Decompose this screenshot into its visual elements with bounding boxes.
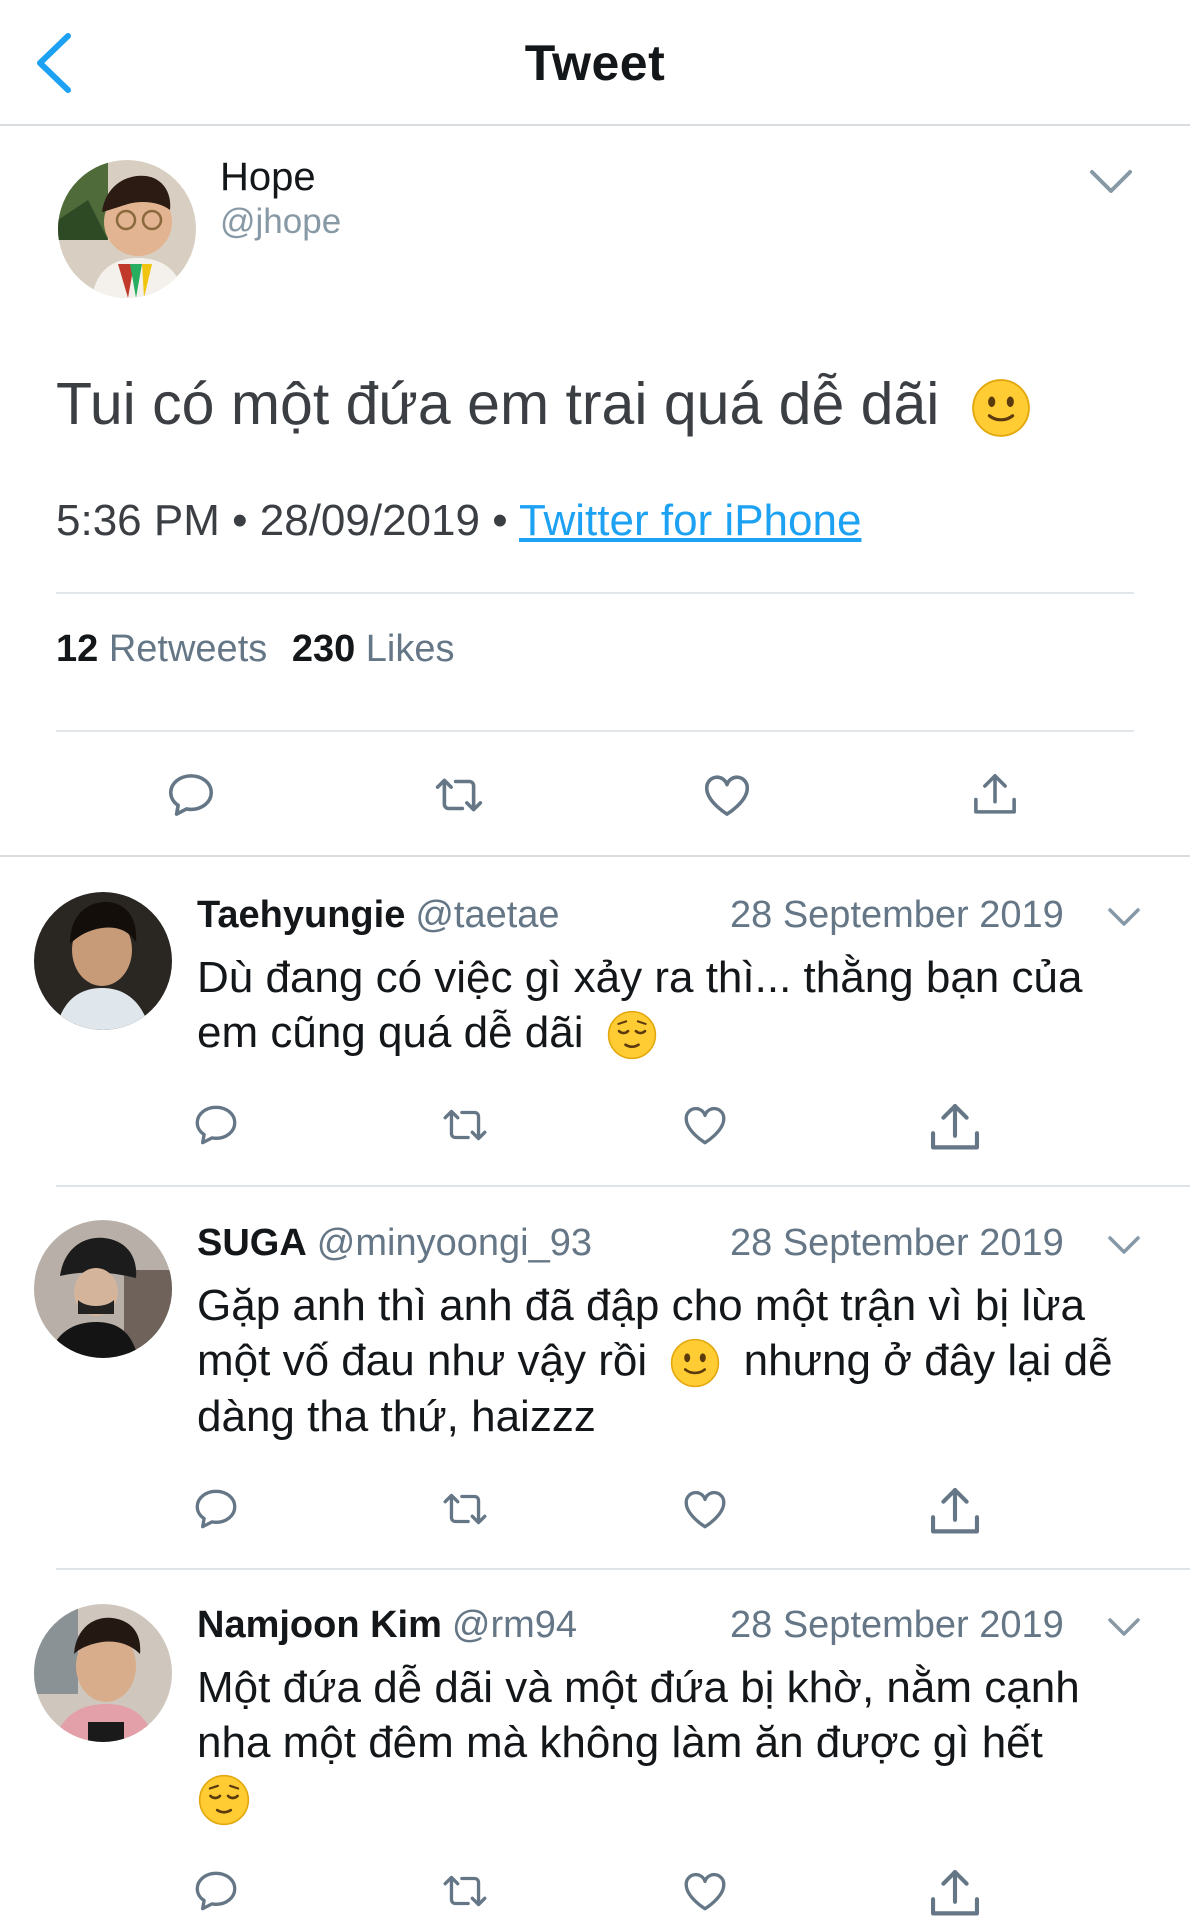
retweets-stat[interactable]: 12 Retweets [56,628,267,670]
share-icon[interactable] [924,1097,986,1159]
meta-separator: • [492,496,508,545]
reply-line: em cũng quá dễ dãi [197,1008,584,1057]
reply-line: Dù đang có việc gì xảy ra thì... thằng b… [197,953,1083,1002]
nav-bar: Tweet [0,0,1190,126]
reply-line-with-emoji: em cũng quá dễ dãi [197,1005,1157,1061]
reply-icon[interactable] [191,1100,241,1150]
reply-line: Gặp anh thì anh đã đập cho một trận vì b… [197,1281,1086,1330]
retweets-label: Retweets [108,628,268,670]
retweets-count: 12 [56,628,99,670]
chevron-down-icon[interactable] [1086,164,1136,200]
reply-date: 28 September 2019 [730,894,1064,936]
likes-stat[interactable]: 230 Likes [292,628,455,670]
avatar[interactable] [34,1604,172,1742]
reply-date: 28 September 2019 [730,1222,1064,1264]
reply-date: 28 September 2019 [730,1604,1064,1646]
avatar[interactable] [58,160,196,298]
heart-icon[interactable] [680,1484,730,1534]
meta-separator: • [232,496,248,545]
reply-header: SUGA @minyoongi_93 [197,1222,592,1265]
tweet-body: Tui có một đứa em trai quá dễ dãi [56,371,940,437]
reply-line: nhưng ở đây lại dễ [743,1336,1113,1385]
retweet-icon[interactable] [432,768,486,822]
tweet-stats: 12 Retweets 230 Likes [56,628,455,671]
reply-text: Một đứa dễ dãi và một đứa bị khờ, nằm cạ… [197,1660,1157,1827]
reply-line: dàng tha thứ, haizzz [197,1392,596,1442]
page-title: Tweet [524,35,666,91]
reply-icon[interactable] [191,1866,241,1916]
reply-header: Taehyungie @taetae [197,894,560,937]
divider [56,730,1134,732]
reply-emoji-line [197,1770,1157,1827]
likes-label: Likes [365,628,455,670]
chevron-down-icon[interactable] [1106,904,1142,930]
retweet-icon[interactable] [440,1100,490,1150]
reply-author-name[interactable]: SUGA [197,1222,307,1264]
heart-icon[interactable] [680,1100,730,1150]
author-name[interactable]: Hope [220,155,316,200]
reply-text: Gặp anh thì anh đã đập cho một trận vì b… [197,1278,1157,1444]
reply-text: Dù đang có việc gì xảy ra thì... thằng b… [197,950,1157,1061]
slightly-smiling-face-icon [669,1337,721,1389]
reply-author-name[interactable]: Taehyungie [197,894,405,936]
divider [56,1568,1190,1570]
chevron-down-icon[interactable] [1106,1614,1142,1640]
author-handle[interactable]: @jhope [220,202,341,242]
retweet-icon[interactable] [440,1484,490,1534]
section-divider [0,855,1190,857]
share-icon[interactable] [924,1481,986,1543]
avatar[interactable] [34,892,172,1030]
share-icon[interactable] [968,768,1022,822]
tweet-meta: 5:36 PM • 28/09/2019 • Twitter for iPhon… [56,496,861,546]
retweet-icon[interactable] [440,1866,490,1916]
tweet-time: 5:36 PM [56,496,220,545]
relieved-face-icon [606,1009,658,1061]
tweet-date: 28/09/2019 [259,496,480,545]
reply-line-with-emoji: một vố đau như vậy rồi nhưng ở đây lại d… [197,1333,1157,1389]
heart-icon[interactable] [700,768,754,822]
reply-line: Một đứa dễ dãi và một đứa bị khờ, nằm cạ… [197,1663,1080,1712]
slightly-smiling-face-icon [970,377,1032,439]
relieved-face-icon [197,1773,251,1827]
avatar[interactable] [34,1220,172,1358]
reply-icon[interactable] [164,768,218,822]
divider [56,592,1134,594]
heart-icon[interactable] [680,1866,730,1916]
share-icon[interactable] [924,1863,986,1920]
reply-line: nha một đêm mà không làm ăn được gì hết [197,1718,1043,1767]
reply-author-handle[interactable]: @taetae [415,894,559,936]
reply-header: Namjoon Kim @rm94 [197,1604,577,1647]
reply-author-name[interactable]: Namjoon Kim [197,1604,442,1646]
reply-icon[interactable] [191,1484,241,1534]
likes-count: 230 [291,628,356,670]
reply-author-handle[interactable]: @minyoongi_93 [317,1222,592,1264]
reply-author-handle[interactable]: @rm94 [452,1604,577,1646]
divider [56,1185,1190,1187]
tweet-source-link[interactable]: Twitter for iPhone [519,496,861,545]
reply-line: một vố đau như vậy rồi [197,1336,648,1385]
chevron-down-icon[interactable] [1106,1232,1142,1258]
tweet-text: Tui có một đứa em trai quá dễ dãi [56,370,1032,439]
